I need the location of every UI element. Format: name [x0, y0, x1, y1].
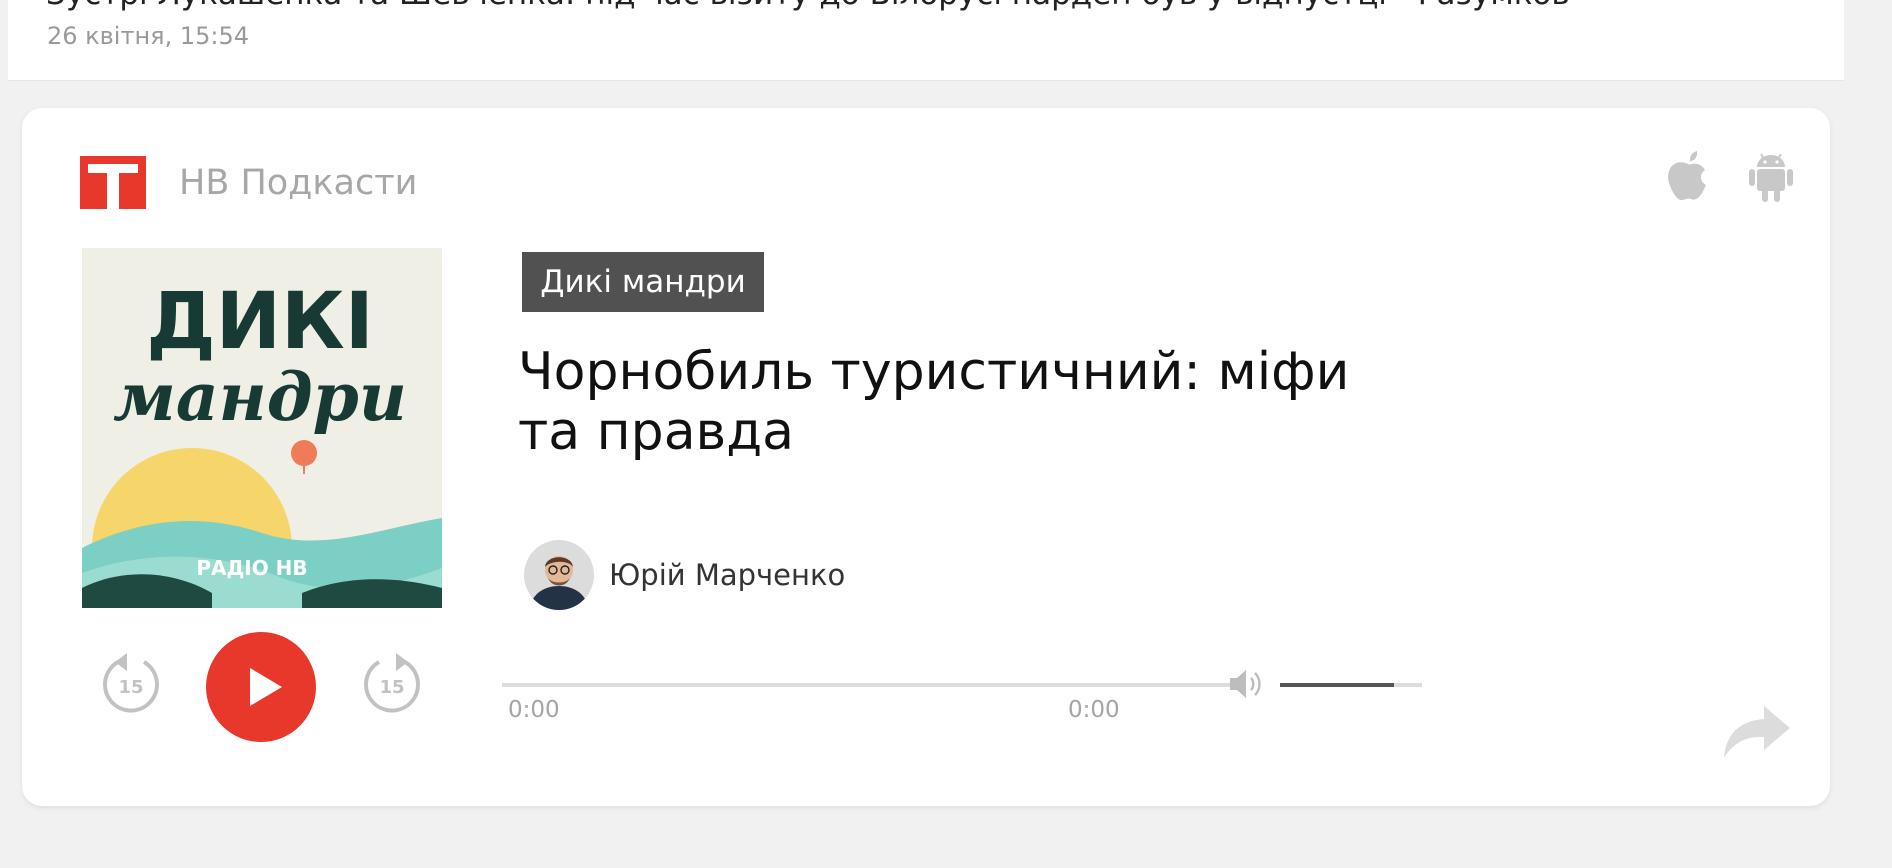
hv-logo-icon[interactable] [80, 156, 146, 209]
cover-title-line2: мандри [113, 358, 407, 436]
news-card[interactable]: Зустрі Лукашенка та Шевченка: під час ві… [8, 0, 1844, 81]
rewind-seconds-label: 15 [118, 677, 143, 698]
progress-bar[interactable] [502, 683, 1242, 687]
forward-15-button[interactable]: 15 [359, 651, 425, 717]
cover-station-label: РАДІО НВ [196, 556, 307, 580]
android-icon[interactable] [1747, 147, 1795, 203]
episode-title[interactable]: Чорнобиль туристичний: міфи та правда [518, 342, 1378, 462]
author-avatar [524, 540, 594, 610]
brand-name[interactable]: НВ Подкасти [179, 163, 417, 203]
current-time: 0:00 [508, 697, 560, 723]
volume-icon[interactable] [1227, 666, 1263, 702]
apple-icon[interactable] [1664, 147, 1712, 203]
volume-slider[interactable] [1280, 683, 1422, 687]
share-icon[interactable] [1722, 704, 1792, 760]
news-timestamp: 26 квітня, 15:54 [47, 22, 250, 50]
rewind-15-button[interactable]: 15 [98, 651, 164, 717]
show-badge[interactable]: Дикі мандри [522, 252, 764, 312]
play-button[interactable] [206, 632, 316, 742]
cover-title-line1: ДИКІ [146, 277, 374, 367]
podcast-cover-art[interactable]: ДИКІ мандри РАДІО НВ [82, 248, 442, 608]
news-headline[interactable]: Зустрі Лукашенка та Шевченка: під час ві… [46, 0, 1570, 12]
duration-time: 0:00 [1068, 697, 1120, 723]
author-link[interactable]: Юрій Марченко [524, 539, 845, 611]
author-name: Юрій Марченко [609, 558, 846, 592]
forward-seconds-label: 15 [379, 677, 404, 698]
podcast-player: НВ Подкасти ДИКІ мандри РАДІО НВ 15 15 Д… [22, 108, 1830, 806]
volume-fill [1280, 683, 1394, 687]
